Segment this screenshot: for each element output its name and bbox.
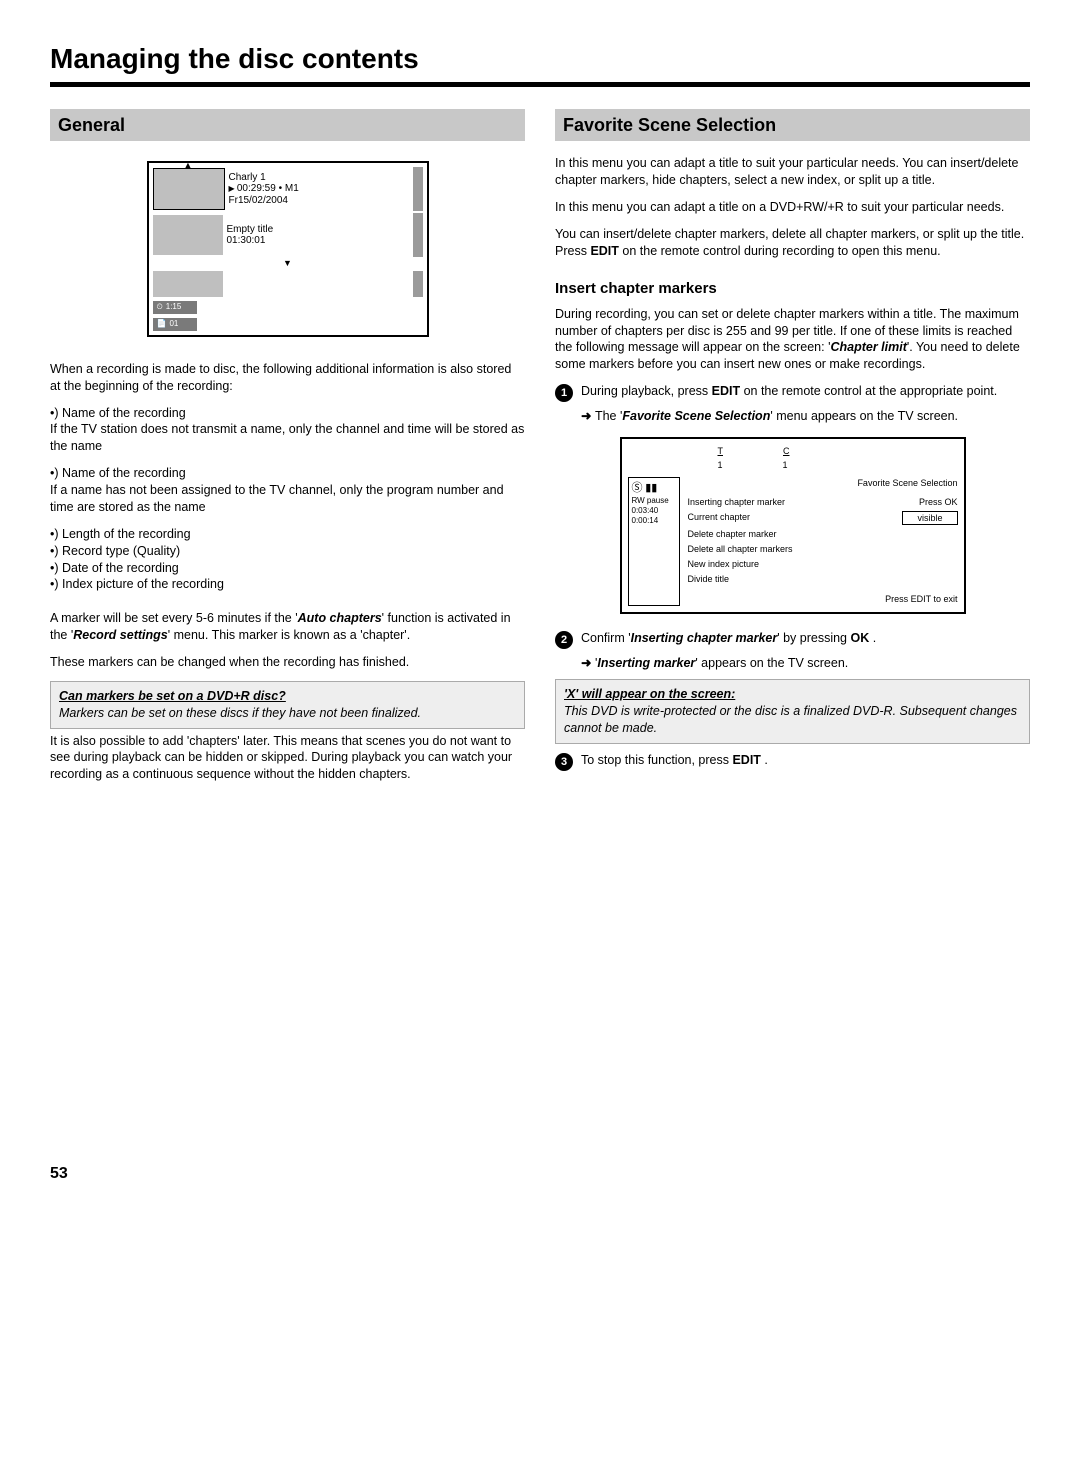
fig1-date1: Fr15/02/2004 [229,195,409,207]
bullet: Length of the recording [50,526,525,543]
fig1-title2: Empty title [227,224,409,236]
disc-icon: 📄 [157,319,167,330]
osd-side-panel: Ⓢ ▮▮ RW pause 0:03:40 0:00:14 [628,477,680,605]
down-arrow-icon: ▼ [153,257,423,269]
insert-para: During recording, you can set or delete … [555,306,1030,374]
step-1-text: During playback, press EDIT on the remot… [581,383,1030,402]
capacity-bar-2 [413,213,423,257]
section-general: General [50,109,525,141]
timer-tag: ⏲ 1:15 [153,301,197,314]
note-body: This DVD is write-protected or the disc … [564,704,1017,735]
fig1-line1: 00:29:59 • M1 [237,183,299,194]
step-2-text: Confirm 'Inserting chapter marker' by pr… [581,630,1030,649]
col-T: T [718,445,724,457]
timer-icon: ⏲ [157,302,163,313]
intro-text: When a recording is made to disc, the fo… [50,361,525,395]
right-column: Favorite Scene Selection In this menu yo… [555,109,1030,793]
osd-item: New index picture [688,558,760,570]
bullet: Name of the recording [50,405,525,422]
note-title: Can markers be set on a DVD+R disc? [59,688,516,705]
section-favorite: Favorite Scene Selection [555,109,1030,141]
osd-item: Delete chapter marker [688,528,777,540]
status-icons: Ⓢ ▮▮ [632,481,676,495]
osd-item-right-boxed: visible [902,511,957,525]
osd-item: Delete all chapter markers [688,543,793,555]
note-text-2: If a name has not been assigned to the T… [50,482,525,516]
chapters-later-text: It is also possible to add 'chapters' la… [50,733,525,784]
fav-para1: In this menu you can adapt a title to su… [555,155,1030,189]
bullet: Date of the recording [50,560,525,577]
val-T: 1 [718,459,723,471]
step-2-result: 'Inserting marker' appears on the TV scr… [581,655,1030,672]
page-number: 53 [50,1163,1030,1185]
disc-tag: 📄 01 [153,318,197,331]
capacity-bar-1 [413,167,423,211]
osd-item: Divide title [688,573,730,585]
fig1-time2: 01:30:01 [227,235,409,247]
play-icon [229,183,237,194]
title-rule [50,82,1030,87]
step-1-badge: 1 [555,384,573,402]
note-title: 'X' will appear on the screen: [564,686,1021,703]
step-3-badge: 3 [555,753,573,771]
bullet: Index picture of the recording [50,576,525,593]
step-1-result: The 'Favorite Scene Selection' menu appe… [581,408,1030,425]
left-column: General Charly 1 00:29:59 • M1 Fr15/02/2… [50,109,525,793]
fav-para2: In this menu you can adapt a title on a … [555,199,1030,216]
fav-para3: You can insert/delete chapter markers, d… [555,226,1030,260]
step-3-text: To stop this function, press EDIT . [581,752,1030,771]
note-text-1: If the TV station does not transmit a na… [50,421,525,455]
note-box-x: 'X' will appear on the screen: This DVD … [555,679,1030,744]
auto-chapters-text: A marker will be set every 5-6 minutes i… [50,610,525,644]
note-box-dvd-r: Can markers be set on a DVD+R disc? Mark… [50,681,525,729]
col-C: C [783,445,790,457]
osd-item: Inserting chapter marker [688,496,786,508]
bullet: Record type (Quality) [50,543,525,560]
capacity-bar-3 [413,271,423,297]
note-body: Markers can be set on these discs if the… [59,706,421,720]
fig1-title1: Charly 1 [229,172,409,184]
osd-exit: Press EDIT to exit [688,593,958,605]
step-2-badge: 2 [555,631,573,649]
osd-title: Favorite Scene Selection [688,477,958,489]
disc-menu-figure: Charly 1 00:29:59 • M1 Fr15/02/2004 Empt… [147,161,429,337]
osd-figure: T C 1 1 Ⓢ ▮▮ RW pause 0:03:40 0:00:14 Fa… [620,437,966,613]
page-title: Managing the disc contents [50,40,1030,78]
subheader-insert: Insert chapter markers [555,279,1030,299]
markers-change-text: These markers can be changed when the re… [50,654,525,671]
osd-item-right: Press OK [919,496,958,508]
val-C: 1 [783,459,788,471]
thumbnail-1 [153,168,225,210]
thumbnail-3 [153,271,223,297]
osd-item: Current chapter [688,511,751,525]
thumbnail-2 [153,215,223,255]
bullet: Name of the recording [50,465,525,482]
